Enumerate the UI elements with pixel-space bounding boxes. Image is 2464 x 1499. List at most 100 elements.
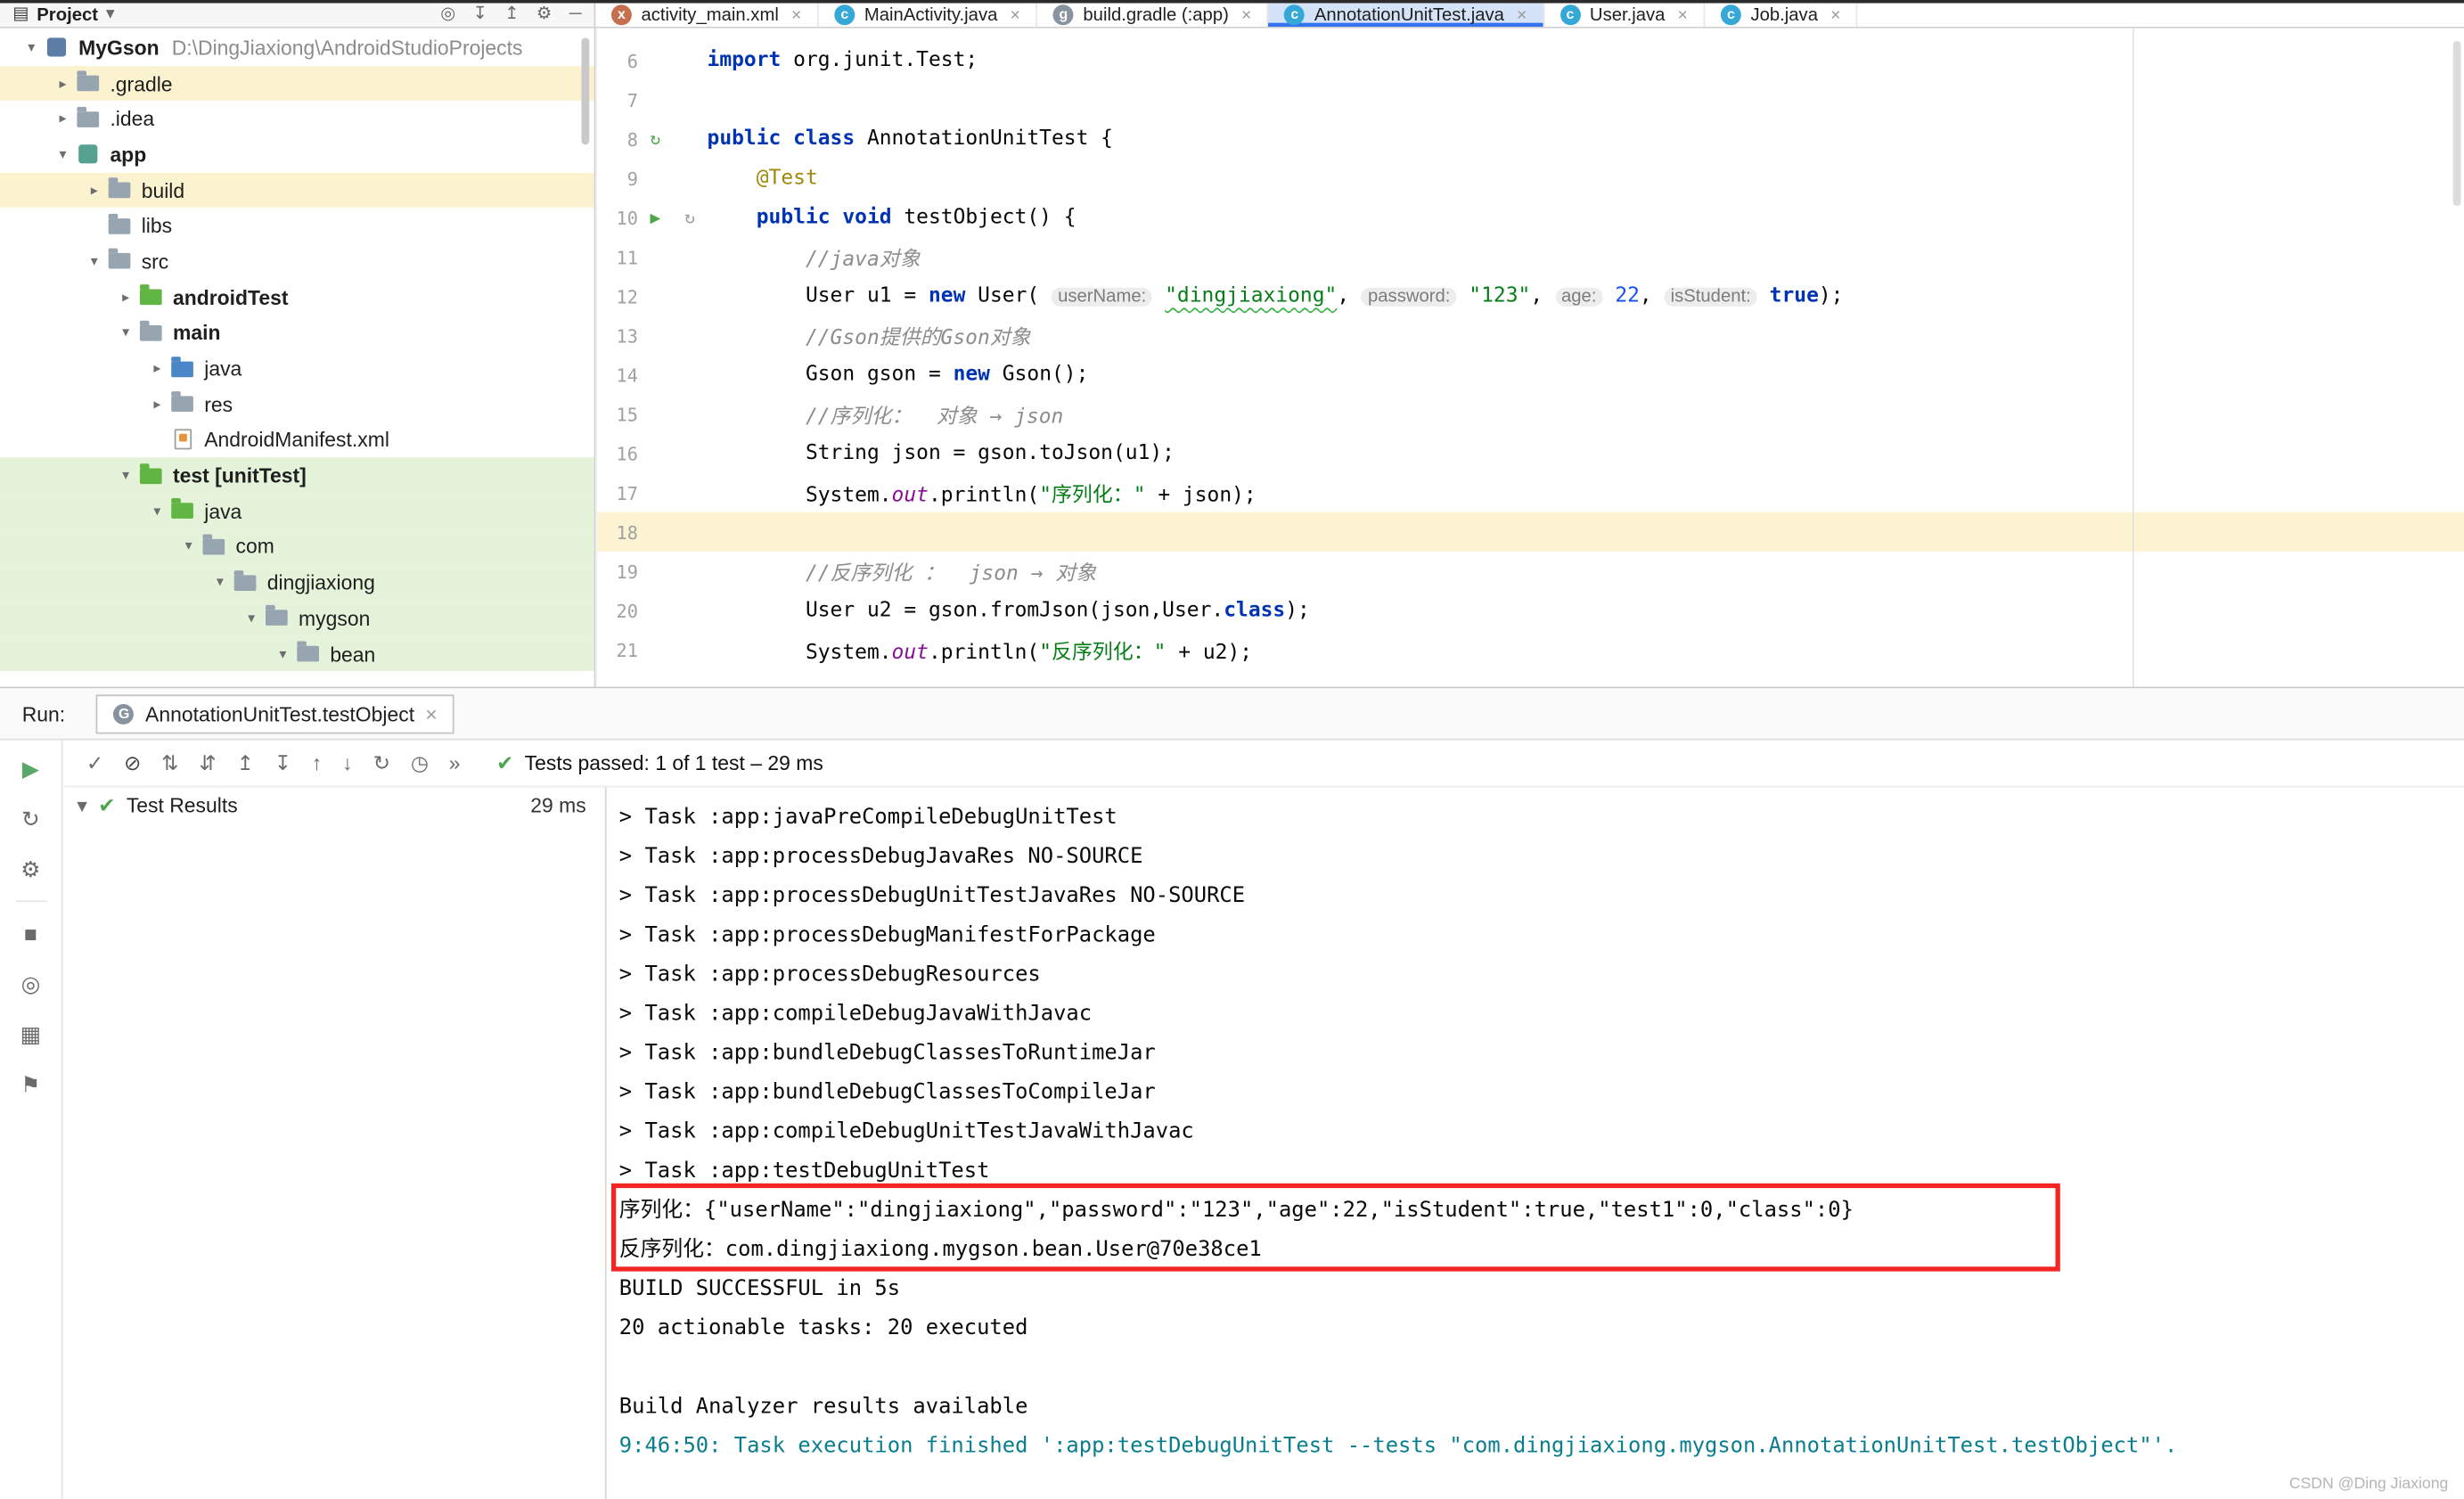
rerun-failed-tests-icon[interactable]: ↻ bbox=[12, 800, 49, 838]
tree-item-java[interactable]: ▸ java bbox=[0, 351, 594, 387]
tree-item-mygson[interactable]: ▾ MyGson D:\DingJiaxiong\AndroidStudioProj… bbox=[0, 30, 594, 66]
sort-by-duration-icon[interactable]: ⇵ bbox=[199, 753, 216, 774]
close-tab-icon[interactable]: × bbox=[1830, 5, 1840, 24]
tree-item-androidmanifest-xml[interactable]: AndroidManifest.xml bbox=[0, 422, 594, 458]
stop-icon[interactable]: ■ bbox=[12, 914, 49, 952]
test-state-icon[interactable]: ↻ bbox=[673, 208, 708, 228]
close-icon[interactable]: × bbox=[425, 703, 437, 724]
chevron-right-icon[interactable]: ▸ bbox=[144, 396, 169, 413]
editor-tab-activity-main-xml[interactable]: x activity_main.xml × bbox=[595, 3, 819, 27]
code-line-11[interactable]: 11 //java对象 bbox=[597, 237, 2464, 276]
project-view-icon[interactable]: ▤ bbox=[12, 5, 29, 23]
tree-item-gradle[interactable]: ▸ .gradle bbox=[0, 65, 594, 102]
editor-tab-job-java[interactable]: c Job.java × bbox=[1705, 3, 1858, 27]
chevron-right-icon[interactable]: ▸ bbox=[144, 360, 169, 377]
close-tab-icon[interactable]: × bbox=[1241, 5, 1251, 24]
code-line-10[interactable]: 10 ▶ ↻ public void testObject() { bbox=[597, 198, 2464, 237]
code-editor[interactable]: 6 import org.junit.Test; 7 8 ↻ public class A… bbox=[597, 28, 2464, 687]
chevron-down-icon[interactable]: ▾ bbox=[176, 538, 201, 555]
chevron-down-icon[interactable]: ▾ bbox=[144, 503, 169, 520]
show-passed-icon[interactable]: ✓ bbox=[86, 753, 103, 774]
close-tab-icon[interactable]: × bbox=[791, 5, 801, 24]
test-results-row[interactable]: ▾ ✔ Test Results 29 ms bbox=[64, 787, 605, 823]
test-settings-icon[interactable]: ⚙ bbox=[12, 850, 49, 888]
chevron-right-icon[interactable]: ▸ bbox=[82, 182, 107, 199]
more-icon[interactable]: » bbox=[449, 753, 461, 774]
chevron-down-icon[interactable]: ▾ bbox=[113, 324, 138, 341]
editor-tab-build-gradle-app[interactable]: g build.gradle (:app) × bbox=[1037, 3, 1269, 27]
layout-icon[interactable]: ▦ bbox=[12, 1015, 49, 1053]
close-tab-icon[interactable]: × bbox=[1517, 5, 1527, 24]
sort-alphabetically-icon[interactable]: ⇅ bbox=[161, 753, 178, 774]
chevron-down-icon[interactable]: ▾ bbox=[77, 795, 87, 815]
chevron-down-icon[interactable]: ▾ bbox=[239, 610, 264, 627]
editor-tab-mainactivity-java[interactable]: c MainActivity.java × bbox=[819, 3, 1038, 27]
show-ignored-icon[interactable]: ⊘ bbox=[124, 753, 141, 774]
code-line-6[interactable]: 6 import org.junit.Test; bbox=[597, 41, 2464, 80]
hide-panel-icon[interactable]: ─ bbox=[569, 5, 582, 23]
scroll-from-source-icon[interactable]: ↧ bbox=[473, 5, 487, 23]
collapse-all-icon[interactable]: ↥ bbox=[237, 753, 254, 774]
chevron-down-icon[interactable]: ▾ bbox=[82, 253, 107, 270]
code-line-9[interactable]: 9 @Test bbox=[597, 159, 2464, 198]
tree-item-mygson[interactable]: ▾ mygson bbox=[0, 600, 594, 636]
tree-item-bean[interactable]: ▾ bean bbox=[0, 635, 594, 672]
tree-item-main[interactable]: ▾ main bbox=[0, 315, 594, 351]
settings-gear-icon[interactable]: ⚙ bbox=[536, 5, 552, 23]
chevron-right-icon[interactable]: ▸ bbox=[50, 111, 75, 127]
code-line-15[interactable]: 15 //序列化： 对象 → json bbox=[597, 395, 2464, 434]
tree-item-res[interactable]: ▸ res bbox=[0, 387, 594, 422]
previous-failed-test-icon[interactable]: ↑ bbox=[312, 753, 322, 774]
code-line-8[interactable]: 8 ↻ public class AnnotationUnitTest { bbox=[597, 119, 2464, 159]
code-line-12[interactable]: 12 User u1 = new User( userName: "dingji… bbox=[597, 276, 2464, 315]
run-test-method-icon[interactable]: ▶ bbox=[638, 208, 673, 228]
tree-item-com[interactable]: ▾ com bbox=[0, 528, 594, 565]
select-opened-file-icon[interactable]: ◎ bbox=[440, 5, 455, 23]
scrollbar-thumb[interactable] bbox=[581, 37, 590, 145]
next-failed-test-icon[interactable]: ↓ bbox=[342, 753, 352, 774]
rerun-failed-icon[interactable]: ↻ bbox=[373, 753, 390, 774]
tree-item-androidtest[interactable]: ▸ androidTest bbox=[0, 280, 594, 315]
code-line-18[interactable]: 18 bbox=[597, 512, 2464, 552]
console-output[interactable]: > Task :app:javaPreCompileDebugUnitTest >… bbox=[607, 787, 2464, 1499]
close-tab-icon[interactable]: × bbox=[1011, 5, 1020, 24]
chevron-right-icon[interactable]: ▸ bbox=[50, 75, 75, 92]
code-line-14[interactable]: 14 Gson gson = new Gson(); bbox=[597, 356, 2464, 395]
tree-item-build[interactable]: ▸ build bbox=[0, 172, 594, 209]
project-panel-title[interactable]: Project bbox=[37, 5, 98, 24]
scrollbar-thumb[interactable] bbox=[2452, 40, 2461, 207]
collapse-all-icon[interactable]: ↥ bbox=[504, 5, 519, 23]
tree-item-java[interactable]: ▾ java bbox=[0, 493, 594, 529]
tree-item-app[interactable]: ▾ app bbox=[0, 137, 594, 173]
project-panel-header: ▤ Project ▾ ◎ ↧ ↥ ⚙ ─ bbox=[0, 3, 596, 27]
code-line-7[interactable]: 7 bbox=[597, 80, 2464, 119]
tree-item-test-unittest[interactable]: ▾ test [unitTest] bbox=[0, 457, 594, 494]
run-configuration-tab[interactable]: G AnnotationUnitTest.testObject × bbox=[96, 693, 455, 733]
tree-item-libs[interactable]: libs bbox=[0, 209, 594, 244]
tree-item-dingjiaxiong[interactable]: ▾ dingjiaxiong bbox=[0, 564, 594, 601]
chevron-down-icon[interactable]: ▾ bbox=[113, 467, 138, 484]
chevron-down-icon[interactable]: ▾ bbox=[50, 146, 75, 163]
coverage-icon[interactable]: ◎ bbox=[12, 965, 49, 1003]
code-line-13[interactable]: 13 //Gson提供的Gson对象 bbox=[597, 315, 2464, 355]
chevron-down-icon[interactable]: ▾ bbox=[270, 645, 295, 662]
code-line-20[interactable]: 20 User u2 = gson.fromJson(json,User.cla… bbox=[597, 591, 2464, 630]
chevron-right-icon[interactable]: ▸ bbox=[113, 289, 138, 306]
code-line-21[interactable]: 21 System.out.println("反序列化：" + u2); bbox=[597, 630, 2464, 669]
editor-tab-annotationunittest-java[interactable]: c AnnotationUnitTest.java × bbox=[1268, 3, 1544, 27]
chevron-down-icon[interactable]: ▾ bbox=[19, 39, 44, 56]
test-history-icon[interactable]: ◷ bbox=[411, 753, 429, 774]
expand-all-icon[interactable]: ↧ bbox=[274, 753, 291, 774]
tree-item-idea[interactable]: ▸ .idea bbox=[0, 102, 594, 137]
code-line-19[interactable]: 19 //反序列化 ： json → 对象 bbox=[597, 552, 2464, 591]
run-test-class-icon[interactable]: ↻ bbox=[638, 129, 673, 150]
chevron-down-icon[interactable]: ▾ bbox=[208, 574, 233, 591]
chevron-down-icon[interactable]: ▾ bbox=[106, 5, 115, 23]
rerun-icon[interactable]: ▶ bbox=[12, 750, 49, 787]
close-tab-icon[interactable]: × bbox=[1678, 5, 1688, 24]
pin-icon[interactable]: ⚑ bbox=[12, 1066, 49, 1103]
tree-item-src[interactable]: ▾ src bbox=[0, 244, 594, 280]
code-line-16[interactable]: 16 String json = gson.toJson(u1); bbox=[597, 434, 2464, 473]
code-line-17[interactable]: 17 System.out.println("序列化：" + json); bbox=[597, 473, 2464, 512]
editor-tab-user-java[interactable]: c User.java × bbox=[1544, 3, 1706, 27]
